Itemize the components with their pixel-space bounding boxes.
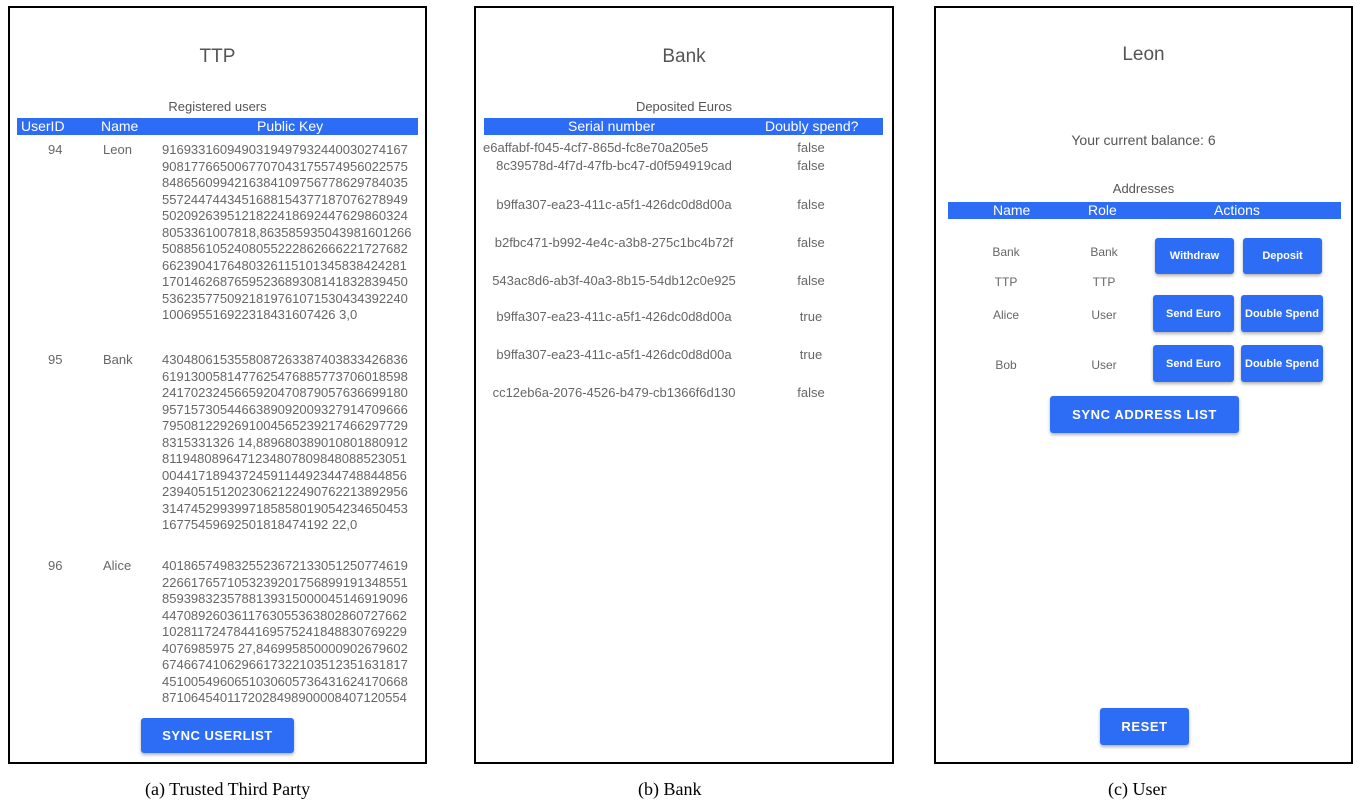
double-spend-button[interactable]: Double Spend (1241, 345, 1323, 382)
bank-screen: Bank Deposited Euros Serial number Doubl… (474, 6, 894, 764)
address-name: Alice (992, 308, 1019, 322)
sync-userlist-button[interactable]: SYNC USERLIST (141, 718, 294, 753)
user-list[interactable]: 94 Leon 91693316094903194979324400302741… (10, 138, 425, 708)
address-row: Bank Bank Withdraw Deposit (936, 238, 1351, 274)
figure-caption: (b) Bank (638, 779, 702, 799)
euro-serial: e6affabf-f045-4cf7-865d-fc8e70a205e5 (483, 140, 709, 155)
table-header: Serial number Doubly spend? (484, 118, 883, 135)
user-public-key: 9169331609490319497932440030274167908177… (162, 142, 412, 322)
euro-doubly-spend: false (797, 197, 825, 212)
column-header-doubly-spend: Doubly spend? (765, 118, 859, 134)
send-euro-button[interactable]: Send Euro (1153, 345, 1234, 382)
figure-caption: (c) User (1108, 779, 1167, 799)
euro-serial: b9ffa307-ea23-411c-a5f1-426dc0d8d00a (496, 347, 732, 362)
column-header-name: Name (993, 202, 1031, 218)
ttp-screen: TTP Registered users UserID Name Public … (8, 6, 427, 764)
screen-title: Bank (662, 46, 706, 67)
euro-doubly-spend: true (799, 347, 823, 362)
euro-serial: b9ffa307-ea23-411c-a5f1-426dc0d8d00a (496, 197, 732, 212)
address-role: User (1091, 308, 1117, 322)
screen-title: Leon (1122, 44, 1165, 65)
euro-doubly-spend: false (797, 235, 825, 250)
screen-title: TTP (199, 46, 236, 67)
euro-doubly-spend: true (799, 309, 823, 324)
user-id: 94 (48, 142, 63, 157)
withdraw-button[interactable]: Withdraw (1155, 238, 1234, 274)
address-role: User (1091, 358, 1117, 372)
section-label: Deposited Euros (635, 99, 733, 114)
euro-doubly-spend: false (797, 140, 825, 155)
column-header-serial: Serial number (568, 118, 656, 134)
user-public-key: 4304806153558087263387403833426836619130… (162, 352, 408, 532)
address-name: Bob (995, 358, 1017, 372)
column-header-name: Name (101, 118, 139, 134)
column-header-role: Role (1088, 202, 1117, 218)
reset-button[interactable]: RESET (1100, 708, 1189, 745)
table-header: UserID Name Public Key (17, 118, 418, 135)
euro-serial: 8c39578d-4f7d-47fb-bc47-d0f594919cad (496, 158, 732, 173)
euro-doubly-spend: false (797, 158, 825, 173)
user-id: 96 (48, 558, 63, 573)
user-name: Leon (103, 142, 132, 157)
user-id: 95 (48, 352, 63, 367)
address-row: Bob User Send Euro Double Spend (936, 345, 1351, 382)
user-name: Bank (103, 352, 133, 367)
euro-doubly-spend: false (797, 273, 825, 288)
euro-serial: cc12eb6a-2076-4526-b479-cb1366f6d130 (492, 385, 736, 400)
section-label: Addresses (1112, 181, 1175, 196)
table-header: Name Role Actions (948, 202, 1341, 219)
column-header-actions: Actions (1214, 202, 1260, 218)
user-name: Alice (103, 558, 132, 573)
euro-serial: 543ac8d6-ab3f-40a3-8b15-54db12c0e925 (492, 273, 736, 288)
figure-caption: (a) Trusted Third Party (145, 779, 311, 799)
column-header-userid: UserID (21, 118, 65, 134)
user-public-key: 4018657498325523672133051250774619226617… (162, 558, 408, 708)
user-screen: Leon Your current balance: 6 Addresses N… (934, 6, 1353, 764)
address-role: TTP (1092, 275, 1116, 289)
euro-serial: b9ffa307-ea23-411c-a5f1-426dc0d8d00a (496, 309, 732, 324)
euro-doubly-spend: false (797, 385, 825, 400)
column-header-public-key: Public Key (257, 118, 324, 134)
euro-serial: b2fbc471-b992-4e4c-a3b8-275c1bc4b72f (494, 235, 734, 250)
address-name: Bank (992, 245, 1020, 259)
address-row: Alice User Send Euro Double Spend (936, 295, 1351, 332)
section-label: Registered users (168, 99, 267, 114)
balance-text: Your current balance: 6 (1071, 132, 1216, 148)
double-spend-button[interactable]: Double Spend (1241, 295, 1323, 332)
address-role: Bank (1090, 245, 1118, 259)
sync-address-list-button[interactable]: SYNC ADDRESS LIST (1050, 396, 1239, 433)
address-name: TTP (994, 275, 1018, 289)
deposit-button[interactable]: Deposit (1243, 238, 1322, 274)
send-euro-button[interactable]: Send Euro (1153, 295, 1234, 332)
